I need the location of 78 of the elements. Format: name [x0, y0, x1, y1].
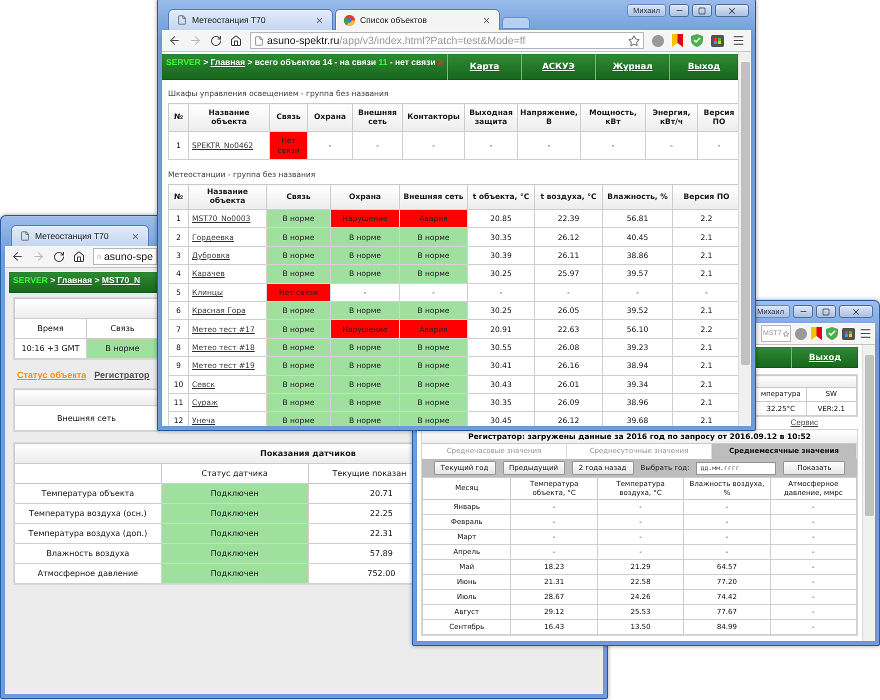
nav-link[interactable]: Выход [791, 347, 858, 368]
menu-icon[interactable] [859, 327, 872, 340]
status-cell: Подключен [161, 564, 308, 584]
bookmark-icon[interactable] [672, 34, 683, 47]
table-cell: 10:16 +3 GMT [14, 338, 86, 358]
maximize-icon [822, 308, 830, 316]
close-button[interactable] [839, 305, 873, 318]
maximize-button[interactable] [816, 305, 836, 318]
nav-link[interactable]: АСКУЭ [521, 54, 595, 80]
column-header: Время [14, 318, 86, 338]
grid-icon[interactable] [842, 328, 855, 340]
address-field[interactable]: asuno-spe [93, 248, 157, 265]
close-icon[interactable] [315, 16, 324, 24]
breadcrumb-link[interactable]: Главная [58, 275, 92, 285]
breadcrumb-text: 3 [438, 57, 443, 67]
page-icon [20, 231, 30, 241]
address-field[interactable]: asuno-spektr.ru/app/v3/index.html?Patch=test&Mode=ff [250, 32, 644, 49]
grid-icon[interactable] [711, 34, 724, 46]
star-icon[interactable] [628, 34, 640, 46]
browser-tab[interactable]: Метеостанция T70 [11, 225, 149, 246]
status-cell: Подключен [161, 504, 308, 524]
minimize-button[interactable] [793, 305, 813, 318]
maximize-icon [698, 6, 706, 14]
column-header: Статус датчика [161, 464, 308, 484]
page-icon [254, 36, 264, 46]
circle-icon [795, 328, 807, 340]
globe-icon [344, 14, 355, 26]
back-icon[interactable] [11, 250, 24, 263]
maximize-button[interactable] [692, 4, 712, 17]
table-cell: Температура воздуха (осн.) [14, 504, 162, 524]
shield-icon[interactable] [691, 34, 703, 47]
page-link[interactable]: Сервис [790, 418, 818, 427]
home-icon[interactable] [230, 34, 242, 46]
status-cell: Подключен [161, 484, 308, 504]
table-cell: Температура воздуха (доп.) [14, 524, 162, 544]
breadcrumb-link[interactable]: MST70_N [102, 275, 140, 285]
table-cell: Внешняя сеть [14, 406, 158, 430]
table-cell: Температура объекта [14, 484, 162, 504]
breadcrumb-text: SERVER [13, 275, 48, 285]
browser-tab[interactable]: Список объектов [335, 9, 500, 30]
star-icon[interactable] [782, 330, 789, 338]
close-icon [727, 6, 737, 16]
breadcrumb-text: > [50, 275, 56, 285]
status-cell: Подключен [161, 524, 308, 544]
menu-icon[interactable] [732, 34, 745, 47]
minimize-button[interactable] [669, 4, 689, 17]
close-icon[interactable] [482, 16, 491, 24]
scrollbar[interactable] [862, 345, 875, 641]
url-text: asuno-spe [104, 250, 153, 262]
close-button[interactable] [715, 4, 749, 17]
breadcrumb-text: > [203, 57, 208, 67]
close-icon [851, 306, 861, 316]
nav-link[interactable]: Карта [447, 54, 521, 80]
shield-icon[interactable] [826, 327, 838, 340]
url-text: asuno-spektr.ru/app/v3/index.html?Patch=test&Mode=ff [267, 34, 526, 46]
bookmark-icon[interactable] [811, 327, 822, 340]
breadcrumb-text: SERVER [166, 57, 201, 67]
status-cell: В норме [86, 338, 158, 358]
scrollbar[interactable] [738, 52, 751, 426]
back-icon[interactable] [168, 34, 181, 47]
status-cell: Подключен [161, 544, 308, 564]
nav-link[interactable]: Журнал [595, 54, 669, 80]
breadcrumb-text: 11 [378, 57, 388, 67]
table-cell: Влажность воздуха [14, 544, 162, 564]
breadcrumb-text: - нет связи [390, 57, 436, 67]
breadcrumb-text: > [94, 275, 100, 285]
home-icon[interactable] [73, 250, 85, 262]
circle-icon [652, 34, 664, 46]
table-cell: Атмосферное давление [14, 564, 162, 584]
breadcrumb-link[interactable]: Главная [210, 57, 246, 67]
column-header: Связь [86, 318, 158, 338]
reload-icon[interactable] [210, 34, 222, 46]
breadcrumb-text: > всего объектов 14 - на связи [247, 57, 376, 67]
browser-tab[interactable]: Метеостанция T70 [168, 9, 333, 30]
page-link[interactable]: Регистратор [94, 370, 150, 380]
page-icon [177, 15, 187, 25]
reload-icon[interactable] [53, 250, 65, 262]
close-icon[interactable] [131, 232, 140, 240]
